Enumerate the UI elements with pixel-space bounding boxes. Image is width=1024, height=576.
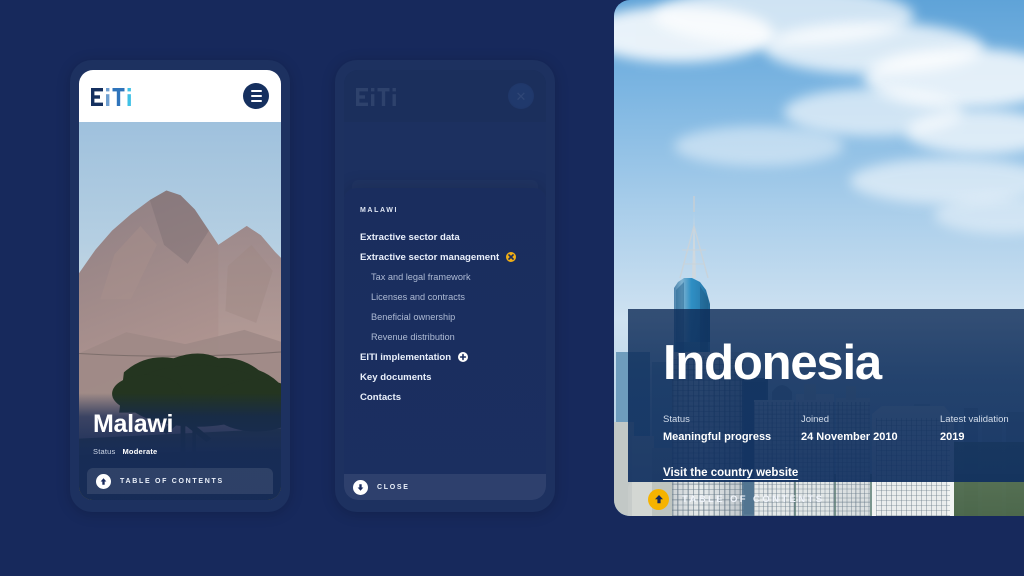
table-of-contents-button[interactable]: TABLE OF CONTENTS bbox=[628, 482, 1024, 516]
menu-subitem-label: Licenses and contracts bbox=[371, 292, 465, 302]
menu-item-label: Key documents bbox=[360, 371, 432, 383]
arrow-down-circle-icon bbox=[353, 479, 368, 495]
menu-subitem-revenue-distribution[interactable]: Revenue distribution bbox=[360, 327, 546, 347]
country-panel-indonesia: Indonesia Status Meaningful progress Joi… bbox=[614, 0, 1024, 516]
meta-label: Status bbox=[663, 414, 690, 425]
menu-subitem-licenses-and-contracts[interactable]: Licenses and contracts bbox=[360, 287, 546, 307]
table-of-contents-label: TABLE OF CONTENTS bbox=[120, 477, 224, 485]
menu-item-label: Extractive sector data bbox=[360, 231, 460, 243]
meta-value: 2019 bbox=[940, 431, 965, 444]
menu-country-heading: MALAWI bbox=[360, 207, 398, 214]
screenshot-canvas: Malawi Status Moderate TABLE OF CONTENTS bbox=[0, 0, 1024, 576]
eiti-logo[interactable] bbox=[91, 86, 143, 106]
menu-subitem-label: Tax and legal framework bbox=[371, 272, 471, 282]
meta-latest-validation: Latest validation 2019 bbox=[940, 413, 1009, 446]
menu-item-label: Extractive sector management bbox=[360, 251, 500, 263]
table-of-contents-label: TABLE OF CONTENTS bbox=[682, 493, 825, 505]
app-header-dimmed: ✕ bbox=[344, 70, 546, 122]
meta-label: Joined bbox=[801, 414, 829, 425]
close-circle-icon[interactable]: ✕ bbox=[508, 83, 534, 109]
status-row: Status Moderate bbox=[93, 447, 267, 456]
meta-status: Status Meaningful progress bbox=[663, 413, 801, 446]
menu-item-label: Contacts bbox=[360, 391, 402, 403]
status-badge: Moderate bbox=[122, 447, 158, 456]
status-label: Status bbox=[93, 447, 116, 456]
menu-subitem-tax-and-legal-framework[interactable]: Tax and legal framework bbox=[360, 267, 546, 287]
table-of-contents-menu: MALAWI Extractive sector data Extractive… bbox=[344, 188, 546, 500]
arrow-up-circle-icon bbox=[96, 473, 111, 489]
visit-country-website-link[interactable]: Visit the country website bbox=[663, 467, 798, 479]
close-menu-button[interactable]: CLOSE bbox=[344, 474, 546, 500]
hamburger-icon[interactable] bbox=[243, 83, 269, 109]
menu-item-contacts[interactable]: Contacts bbox=[360, 387, 546, 407]
meta-value: Meaningful progress bbox=[663, 431, 772, 444]
arrow-up-circle-icon bbox=[648, 488, 669, 510]
table-of-contents-button[interactable]: TABLE OF CONTENTS bbox=[87, 468, 273, 494]
country-meta-row: Status Meaningful progress Joined 24 Nov… bbox=[663, 413, 1024, 446]
menu-item-extractive-sector-data[interactable]: Extractive sector data bbox=[360, 227, 546, 247]
meta-joined: Joined 24 November 2010 bbox=[801, 413, 940, 446]
country-info-overlay-indonesia: Indonesia Status Meaningful progress Joi… bbox=[628, 309, 1024, 482]
meta-value: 24 November 2010 bbox=[801, 431, 898, 444]
menu-item-eiti-implementation[interactable]: EITI implementation bbox=[360, 347, 546, 367]
phone-screen-malawi: Malawi Status Moderate TABLE OF CONTENTS bbox=[79, 70, 281, 500]
plus-circle-icon[interactable] bbox=[458, 352, 469, 362]
menu-item-label: EITI implementation bbox=[360, 351, 452, 363]
phone-mockup-malawi: Malawi Status Moderate TABLE OF CONTENTS bbox=[70, 60, 290, 512]
menu-subitem-label: Revenue distribution bbox=[371, 332, 455, 342]
meta-label: Latest validation bbox=[940, 414, 1009, 425]
phone-mockup-menu: ✕ MALAWI Extractive sector data Extracti… bbox=[335, 60, 555, 512]
country-title: Indonesia bbox=[663, 336, 882, 390]
menu-item-key-documents[interactable]: Key documents bbox=[360, 367, 546, 387]
phone-screen-menu: ✕ MALAWI Extractive sector data Extracti… bbox=[344, 70, 546, 500]
minus-circle-icon[interactable] bbox=[506, 252, 517, 262]
app-header bbox=[79, 70, 281, 122]
menu-item-extractive-sector-management[interactable]: Extractive sector management bbox=[360, 247, 546, 267]
close-menu-label: CLOSE bbox=[377, 483, 410, 491]
menu-subitem-beneficial-ownership[interactable]: Beneficial ownership bbox=[360, 307, 546, 327]
menu-subitem-label: Beneficial ownership bbox=[371, 312, 456, 322]
eiti-logo[interactable] bbox=[356, 86, 408, 106]
country-title: Malawi bbox=[93, 409, 174, 438]
country-info-overlay-malawi: Malawi Status Moderate TABLE OF CONTENTS bbox=[79, 392, 281, 500]
